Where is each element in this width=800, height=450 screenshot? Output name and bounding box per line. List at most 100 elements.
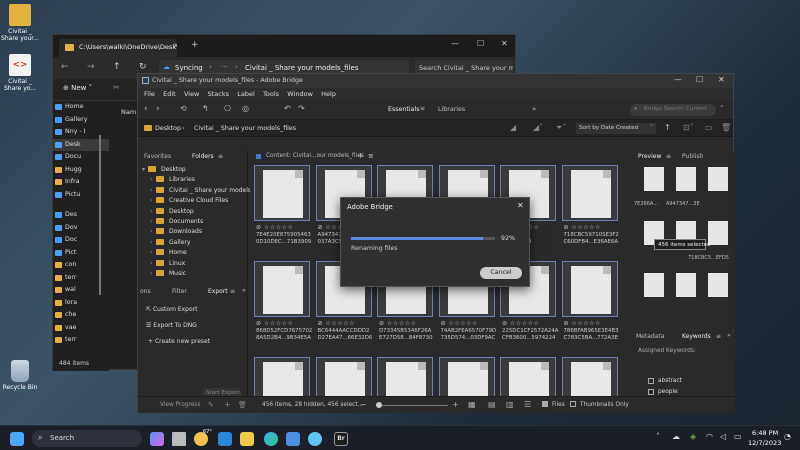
refine-icon[interactable]: ◎ bbox=[242, 104, 249, 113]
minimize-icon[interactable]: — bbox=[451, 39, 459, 48]
adobe-bridge-icon[interactable]: Br bbox=[334, 432, 348, 446]
rating-stars[interactable]: ⊘ ☆☆☆☆☆ bbox=[256, 224, 293, 231]
view-list-icon[interactable]: ☰ bbox=[524, 400, 531, 409]
chevron-up-icon[interactable]: ˄ bbox=[656, 432, 660, 441]
boomerang-icon[interactable]: ↰ bbox=[202, 104, 209, 113]
tab-favorites[interactable]: Favorites bbox=[144, 153, 171, 160]
thumbnails-only-checkbox[interactable] bbox=[570, 401, 576, 407]
close-icon[interactable]: ✕ bbox=[718, 75, 725, 84]
nav-item[interactable]: Home bbox=[53, 101, 109, 114]
rating-stars[interactable]: ⊘ ☆☆☆☆☆ bbox=[564, 224, 601, 231]
folder-tree-item[interactable]: › Music bbox=[150, 270, 186, 277]
tab-export[interactable]: Export bbox=[208, 288, 228, 295]
clock-date[interactable]: 12/7/2023 bbox=[748, 439, 781, 447]
thumbnail[interactable]: ⊘ ☆☆☆☆☆ bbox=[561, 357, 618, 397]
tab-collections[interactable]: ons bbox=[140, 288, 151, 295]
view-details-icon[interactable]: ▥ bbox=[506, 400, 514, 409]
folder-tree-item[interactable]: ▾ Desktop bbox=[142, 166, 186, 173]
notification-bell-icon[interactable]: ◔ bbox=[784, 432, 791, 441]
thumbnail[interactable]: ⊘ ☆☆☆☆☆ bbox=[315, 357, 372, 397]
folder-tree-item[interactable]: › Libraries bbox=[150, 176, 195, 183]
folder-tree-item[interactable]: › Home bbox=[150, 249, 187, 256]
view-progress-label[interactable]: View Progress bbox=[160, 402, 200, 408]
folder-tree-item[interactable]: › Gallery bbox=[150, 238, 190, 246]
menu-window[interactable]: Window bbox=[287, 88, 313, 100]
forward-arrow-icon[interactable]: → bbox=[87, 62, 95, 72]
back-arrow-icon[interactable]: ← bbox=[61, 62, 69, 72]
tab-publish[interactable]: Publish bbox=[682, 153, 703, 160]
sort-direction-icon[interactable]: ↑ bbox=[664, 123, 671, 132]
menu-view[interactable]: View bbox=[184, 88, 199, 100]
maximize-icon[interactable]: ☐ bbox=[696, 75, 703, 84]
add-icon[interactable]: + bbox=[357, 151, 364, 160]
address-folder[interactable]: Civitai _ Share your models_files bbox=[245, 64, 359, 72]
nav-item[interactable]: terr bbox=[53, 334, 109, 347]
rating-stars[interactable]: ⊘ ☆☆☆☆☆ bbox=[256, 320, 293, 327]
windows-start-icon[interactable] bbox=[10, 432, 24, 446]
thumbnail[interactable]: ⊘ ☆☆☆☆☆ 786BFAB965E3E4B3 C783C5BA...772A3… bbox=[561, 261, 619, 345]
recent-icon[interactable]: ⟲ bbox=[180, 104, 187, 113]
zoom-slider[interactable] bbox=[376, 402, 448, 408]
task-view-icon[interactable] bbox=[172, 432, 186, 446]
notepad-icon[interactable] bbox=[308, 432, 322, 446]
nav-item[interactable]: vae bbox=[53, 322, 109, 335]
rating-stars[interactable]: ⊘ ☆☆☆☆☆ bbox=[318, 320, 355, 327]
folder-tree-item[interactable]: › Documents bbox=[150, 218, 203, 225]
nav-item[interactable]: lora bbox=[53, 297, 109, 310]
panel-menu-icon[interactable]: ≡ bbox=[218, 153, 223, 160]
export-dng-item[interactable]: ☰ Export To DNG bbox=[146, 322, 197, 329]
trash-icon[interactable]: 🗑 bbox=[238, 401, 247, 409]
menu-edit[interactable]: Edit bbox=[163, 88, 176, 100]
cut-icon[interactable]: ✂ bbox=[113, 83, 120, 92]
breadcrumb-desktop[interactable]: Desktop bbox=[155, 125, 181, 132]
onedrive-icon[interactable]: ☁ bbox=[672, 432, 680, 441]
tab-filter[interactable]: Filter bbox=[172, 288, 187, 295]
custom-export-item[interactable]: ⇱ Custom Export bbox=[146, 306, 197, 313]
refresh-icon[interactable]: ↻ bbox=[139, 62, 147, 72]
wifi-icon[interactable]: ◠ bbox=[706, 432, 713, 441]
panel-menu-icon[interactable]: ≡ bbox=[368, 152, 374, 160]
close-icon[interactable]: ✕ bbox=[501, 39, 508, 48]
workspace-essentials[interactable]: Essentials bbox=[388, 106, 420, 113]
panel-menu-icon[interactable]: ≡ bbox=[230, 288, 235, 295]
vscode-icon[interactable] bbox=[218, 432, 232, 446]
panel-more-icon[interactable]: » bbox=[727, 332, 731, 339]
maximize-icon[interactable]: ☐ bbox=[477, 39, 484, 48]
star-filter-icon[interactable]: ◢˅ bbox=[533, 123, 543, 132]
files-checkbox[interactable] bbox=[542, 401, 548, 407]
clock-time[interactable]: 6:48 PM bbox=[752, 429, 778, 437]
panel-menu-icon[interactable]: ≡ bbox=[716, 333, 721, 340]
nav-item[interactable]: che bbox=[53, 309, 109, 322]
volume-icon[interactable]: ◁ bbox=[720, 432, 726, 441]
security-icon[interactable]: ◈ bbox=[690, 432, 696, 441]
thumbnail[interactable]: ⊘ ☆☆☆☆☆ 718CBC59710SE3F2 C60DFB4...E36AE6… bbox=[561, 165, 619, 249]
menu-help[interactable]: Help bbox=[321, 88, 336, 100]
tab-folders[interactable]: Folders bbox=[192, 153, 214, 160]
up-arrow-icon[interactable]: ↑ bbox=[113, 62, 121, 72]
rotate-right-icon[interactable]: ↷ bbox=[298, 104, 305, 113]
panel-menu-icon[interactable]: ≡ bbox=[666, 153, 671, 160]
folder-tree-item[interactable]: › Creative Cloud Files bbox=[150, 197, 228, 204]
add-icon[interactable]: + bbox=[224, 400, 231, 409]
folder-tree-item[interactable]: › Civitai _ Share your models bbox=[150, 186, 251, 194]
nav-item[interactable]: Gallery bbox=[53, 114, 109, 127]
battery-icon[interactable]: ▭ bbox=[734, 432, 742, 441]
column-header-name[interactable]: Nam bbox=[121, 108, 136, 116]
new-tab-icon[interactable]: + bbox=[191, 40, 199, 50]
new-folder-icon[interactable]: ▭ bbox=[705, 123, 713, 132]
menu-stacks[interactable]: Stacks bbox=[208, 88, 229, 100]
thumbnail[interactable]: ⊘ ☆☆☆☆☆ 868D52FCD7675702 8A5D2B4...9B34E5… bbox=[254, 261, 312, 345]
close-icon[interactable]: ✕ bbox=[517, 201, 524, 210]
chevron-down-icon[interactable]: ˅ bbox=[720, 105, 724, 113]
thumbnail[interactable]: ⊘ ☆☆☆☆☆ bbox=[438, 357, 495, 397]
desktop-icon-html[interactable]: <> Civitai _ Share yo... bbox=[0, 54, 40, 92]
rating-stars[interactable]: ⊘ ☆☆☆☆☆ bbox=[502, 320, 539, 327]
back-icon[interactable]: ‹ bbox=[144, 104, 148, 114]
camera-icon[interactable]: ⎔ bbox=[224, 104, 231, 113]
menu-label[interactable]: Label bbox=[237, 88, 255, 100]
rating-stars[interactable]: ⊘ ☆☆☆☆☆ bbox=[379, 320, 416, 327]
copilot-icon[interactable] bbox=[150, 432, 164, 446]
thumbnail[interactable]: ⊘ ☆☆☆☆☆ bbox=[500, 357, 556, 397]
explorer-scrollbar[interactable] bbox=[99, 135, 101, 295]
keyword-checkbox[interactable] bbox=[648, 389, 654, 395]
